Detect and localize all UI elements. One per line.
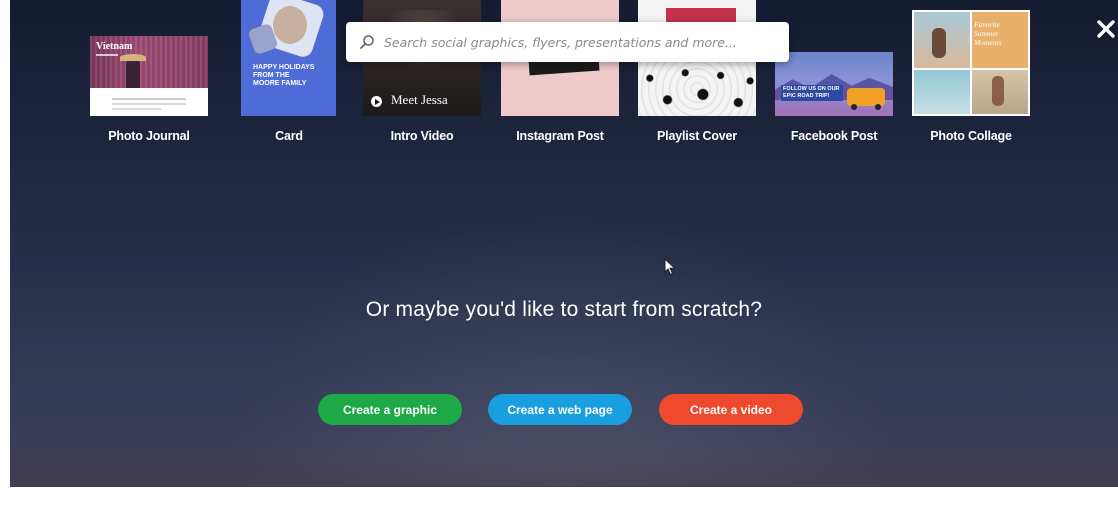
bottom-margin — [10, 487, 1118, 515]
mouse-cursor — [664, 258, 676, 276]
create-web-page-button[interactable]: Create a web page — [488, 394, 632, 425]
photo-journal-label: Photo Journal — [108, 129, 190, 143]
playlist-cover-label: Playlist Cover — [657, 129, 737, 143]
search-bar[interactable] — [346, 22, 789, 62]
scratch-heading: Or maybe you'd like to start from scratc… — [365, 298, 763, 321]
instagram-post-label: Instagram Post — [516, 129, 604, 143]
intro-video-label: Intro Video — [390, 129, 454, 143]
photo-collage-label: Photo Collage — [930, 129, 1012, 143]
create-video-button[interactable]: Create a video — [659, 394, 803, 425]
facebook-post-thumb-text: FOLLOW US ON OUR EPIC ROAD TRIP! — [781, 85, 843, 101]
photo-journal-thumb-title: Vietnam — [96, 41, 133, 52]
close-icon — [1097, 20, 1115, 38]
photo-collage-thumb-text: Favorite Summer Moments — [974, 20, 1002, 47]
close-button[interactable] — [1095, 18, 1117, 40]
facebook-post-label: Facebook Post — [790, 129, 878, 143]
card-thumbnail: HAPPY HOLIDAYS FROM THE MOORE FAMILY — [241, 0, 336, 116]
search-icon — [360, 35, 374, 49]
template-picker-overlay: Vietnam Photo Journal HAPPY HOLIDAYS FRO… — [10, 0, 1118, 487]
facebook-post-thumbnail: FOLLOW US ON OUR EPIC ROAD TRIP! — [775, 52, 893, 116]
intro-video-thumb-text: Meet Jessa — [391, 92, 448, 107]
photo-collage-thumbnail: Favorite Summer Moments — [912, 10, 1030, 116]
photo-journal-thumbnail: Vietnam — [90, 36, 208, 116]
card-thumb-text: HAPPY HOLIDAYS FROM THE MOORE FAMILY — [253, 64, 315, 87]
create-graphic-button[interactable]: Create a graphic — [318, 394, 462, 425]
search-input[interactable] — [384, 30, 779, 54]
play-icon — [371, 96, 382, 107]
